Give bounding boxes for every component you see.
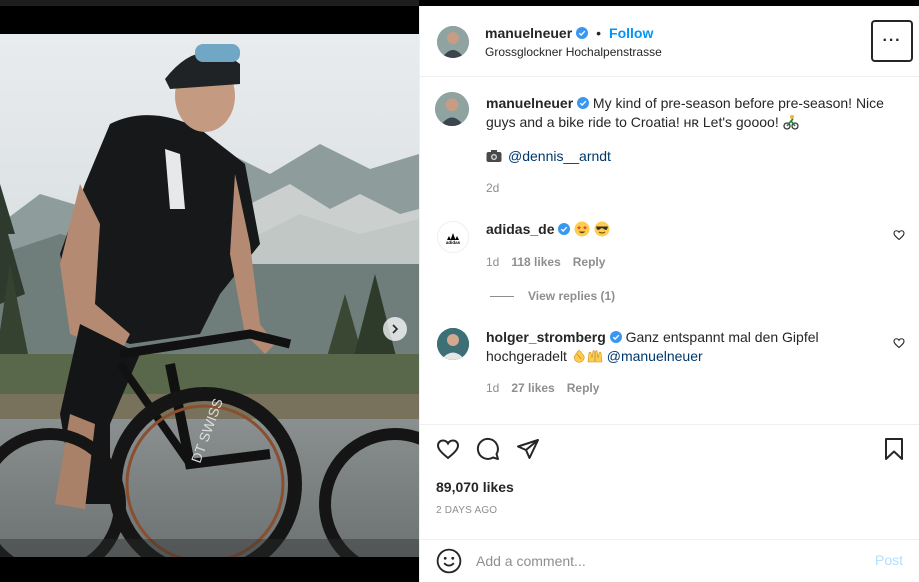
comment-bubble-icon[interactable] bbox=[476, 437, 500, 461]
caption-username[interactable]: manuelneuer bbox=[486, 95, 573, 111]
svg-text:adidas: adidas bbox=[446, 240, 461, 245]
comment-time[interactable]: 1d bbox=[486, 255, 499, 269]
clapping-hands-emoji-icon bbox=[573, 350, 585, 363]
reply-button[interactable]: Reply bbox=[573, 255, 606, 269]
post-caption: manuelneuer My kind of pre-season before… bbox=[486, 94, 896, 132]
comment-meta: 1d 27 likes Reply bbox=[486, 381, 599, 395]
comment-likes[interactable]: 118 likes bbox=[511, 255, 560, 269]
comment-meta: 1d 118 likes Reply bbox=[486, 255, 605, 269]
comment-username[interactable]: holger_stromberg bbox=[486, 329, 606, 345]
reply-button[interactable]: Reply bbox=[567, 381, 600, 395]
caption-avatar[interactable] bbox=[435, 92, 469, 126]
post-media: DT SWISS bbox=[0, 0, 419, 582]
comment-avatar-holger[interactable] bbox=[437, 328, 469, 360]
paper-plane-icon[interactable] bbox=[516, 437, 540, 461]
add-comment-bar: Post bbox=[420, 539, 919, 582]
star-struck-emoji-icon bbox=[574, 221, 590, 237]
avatar-image bbox=[437, 328, 469, 360]
more-options-button[interactable]: ··· bbox=[871, 20, 913, 62]
post-header: manuelneuer • Follow Grossglockner Hocha… bbox=[420, 6, 919, 77]
carousel-next-button[interactable] bbox=[383, 317, 407, 341]
comment-like-heart-icon[interactable] bbox=[893, 337, 905, 349]
bookmark-icon[interactable] bbox=[882, 437, 906, 461]
chevron-right-icon bbox=[392, 324, 399, 334]
view-replies-button[interactable]: View replies (1) bbox=[490, 289, 615, 303]
more-options-icon: ··· bbox=[882, 32, 902, 49]
credit-mention-link[interactable]: @dennis__arndt bbox=[508, 148, 611, 164]
comment-mention-link[interactable]: @manuelneuer bbox=[607, 348, 703, 364]
smiley-icon[interactable] bbox=[436, 548, 462, 574]
action-bar-divider bbox=[420, 424, 919, 425]
comment-item: adidas_de bbox=[486, 220, 826, 239]
verified-badge-icon bbox=[577, 97, 590, 109]
separator-dot: • bbox=[596, 25, 602, 41]
comment-item: holger_stromberg Ganz entspannt mal den … bbox=[486, 328, 826, 366]
post-location[interactable]: Grossglockner Hochalpenstrasse bbox=[485, 45, 662, 59]
heart-icon[interactable] bbox=[436, 437, 460, 461]
avatar-image bbox=[435, 92, 469, 126]
header-user-row: manuelneuer • Follow bbox=[485, 25, 653, 41]
verified-badge-icon bbox=[609, 331, 622, 343]
likes-count[interactable]: 89,070 likes bbox=[436, 479, 514, 495]
caption-timestamp[interactable]: 2d bbox=[486, 181, 499, 195]
verified-badge-icon bbox=[558, 223, 571, 235]
top-nav-strip bbox=[0, 0, 419, 6]
post-date[interactable]: 2 DAYS AGO bbox=[436, 505, 497, 516]
post-photo[interactable]: DT SWISS bbox=[0, 34, 419, 557]
comment-username[interactable]: adidas_de bbox=[486, 221, 554, 237]
camera-icon bbox=[486, 150, 502, 162]
photo-credit: @dennis__arndt bbox=[486, 148, 611, 164]
avatar-image bbox=[437, 26, 469, 58]
comment-time[interactable]: 1d bbox=[486, 381, 499, 395]
adidas-logo-icon: adidas bbox=[446, 233, 461, 245]
follow-button[interactable]: Follow bbox=[609, 25, 653, 41]
comment-like-heart-icon[interactable] bbox=[893, 229, 905, 241]
comment-likes[interactable]: 27 likes bbox=[511, 381, 554, 395]
cyclist-emoji-icon bbox=[782, 115, 799, 130]
verified-badge-icon bbox=[576, 27, 589, 39]
view-replies-label: View replies (1) bbox=[528, 289, 616, 303]
post-comment-button[interactable]: Post bbox=[875, 552, 903, 568]
author-avatar[interactable] bbox=[437, 26, 469, 58]
comment-avatar-adidas[interactable]: adidas bbox=[437, 221, 469, 253]
sunglasses-emoji-icon bbox=[594, 221, 610, 237]
add-comment-input[interactable] bbox=[476, 549, 846, 573]
cyclist-photo: DT SWISS bbox=[0, 34, 419, 557]
post-details-panel: manuelneuer • Follow Grossglockner Hocha… bbox=[419, 6, 919, 582]
replies-line bbox=[490, 295, 514, 297]
author-username[interactable]: manuelneuer bbox=[485, 25, 572, 41]
raising-hands-emoji-icon bbox=[587, 350, 603, 363]
